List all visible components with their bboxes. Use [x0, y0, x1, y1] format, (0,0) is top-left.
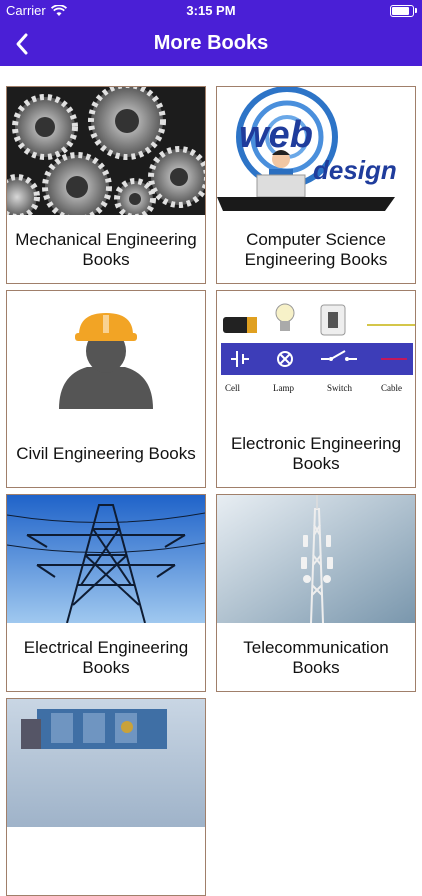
- battery-fill: [392, 7, 410, 15]
- svg-text:Lamp: Lamp: [273, 383, 294, 393]
- transmission-tower-image: [7, 495, 205, 623]
- svg-text:Switch: Switch: [327, 383, 353, 393]
- web-design-image: web design: [217, 87, 415, 215]
- circuit-symbols-image: Cell Lamp Switch Cable: [217, 291, 415, 419]
- book-card-label: [11, 829, 201, 895]
- book-card-label: Mechanical Engineering Books: [15, 230, 197, 269]
- book-card-label: Computer Science Engineering Books: [244, 230, 388, 269]
- book-card-label: Electrical Engineering Books: [23, 638, 189, 677]
- page-title: More Books: [153, 32, 269, 54]
- battery-icon: [390, 5, 417, 17]
- svg-text:web: web: [239, 114, 313, 156]
- book-card-label: Civil Engineering Books: [16, 444, 196, 463]
- book-card-electronic[interactable]: Cell Lamp Switch Cable Electronic Engine…: [216, 290, 416, 488]
- books-grid: Mechanical Engineering Books web design …: [0, 66, 422, 896]
- book-card-mechanical[interactable]: Mechanical Engineering Books: [6, 86, 206, 284]
- hard-hat-worker-image: [7, 291, 205, 419]
- industrial-machine-image: [7, 699, 205, 827]
- cell-tower-image: [217, 495, 415, 623]
- book-card-electrical[interactable]: Electrical Engineering Books: [6, 494, 206, 692]
- book-card-label: Telecommunication Books: [243, 638, 389, 677]
- status-bar: Carrier 3:15 PM: [0, 0, 422, 22]
- svg-text:design: design: [313, 155, 397, 185]
- book-card-industrial[interactable]: [6, 698, 206, 896]
- svg-text:Cable: Cable: [381, 383, 402, 393]
- app-header: Carrier 3:15 PM More Books: [0, 0, 422, 66]
- nav-bar: More Books: [0, 22, 422, 66]
- book-card-label: Electronic Engineering Books: [230, 434, 402, 473]
- svg-text:Cell: Cell: [225, 383, 240, 393]
- book-card-civil[interactable]: Civil Engineering Books: [6, 290, 206, 488]
- gears-image: [7, 87, 205, 215]
- status-time: 3:15 PM: [186, 3, 236, 18]
- book-card-telecommunication[interactable]: Telecommunication Books: [216, 494, 416, 692]
- book-card-computer-science[interactable]: web design Computer Science Engineering …: [216, 86, 416, 284]
